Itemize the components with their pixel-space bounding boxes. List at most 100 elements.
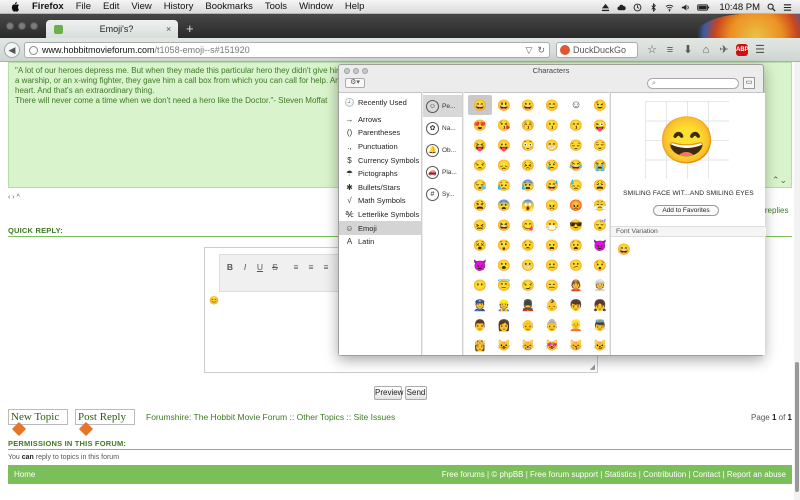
bold-icon[interactable]: B: [224, 261, 236, 273]
emoji-cell[interactable]: 😽: [564, 335, 588, 355]
emoji-cell[interactable]: 👵: [540, 315, 564, 335]
emoji-cell[interactable]: 😺: [492, 335, 516, 355]
emoji-cell[interactable]: 😉: [588, 95, 612, 115]
emoji-cell[interactable]: 👷: [492, 295, 516, 315]
align-left-icon[interactable]: ≡: [290, 261, 302, 273]
adblock-icon[interactable]: ABP: [736, 44, 749, 56]
emoji-cell[interactable]: 😧: [564, 235, 588, 255]
emoji-cell[interactable]: 😗: [540, 115, 564, 135]
volume-icon[interactable]: [681, 3, 690, 12]
emoji-cell[interactable]: 😄: [468, 95, 492, 115]
emoji-cell[interactable]: 😒: [468, 155, 492, 175]
close-window-button[interactable]: [6, 22, 14, 30]
breadcrumb-forum[interactable]: Forumshire: The Hobbit Movie Forum: [146, 412, 287, 422]
category-item[interactable]: ✱ Bullets/Stars: [339, 181, 421, 195]
emoji-cell[interactable]: 😚: [516, 115, 540, 135]
emoji-cell[interactable]: 😬: [516, 255, 540, 275]
menu-tools[interactable]: Tools: [265, 1, 287, 12]
bookmark-star-icon[interactable]: ☆: [646, 44, 658, 56]
emoji-cell[interactable]: 😖: [468, 215, 492, 235]
emoji-cell[interactable]: 😛: [492, 135, 516, 155]
category-item[interactable]: √ Math Symbols: [339, 194, 421, 208]
zoom-window-button[interactable]: [30, 22, 38, 30]
new-topic-button[interactable]: New Topic: [8, 409, 68, 437]
emoji-cell[interactable]: 😨: [492, 195, 516, 215]
emoji-cell[interactable]: 😑: [540, 275, 564, 295]
emoji-cell[interactable]: 😈: [588, 235, 612, 255]
emoji-cell[interactable]: 👨: [468, 315, 492, 335]
category-item[interactable]: → Arrows: [339, 113, 421, 127]
italic-icon[interactable]: I: [239, 261, 251, 273]
emoji-cell[interactable]: 😰: [516, 175, 540, 195]
tab-active[interactable]: Emoji's? ×: [46, 20, 178, 38]
emoji-cell[interactable]: 👲: [564, 275, 588, 295]
category-item[interactable]: ☂ Pictographs: [339, 167, 421, 181]
duckduckgo-icon[interactable]: [560, 45, 570, 55]
menu-edit[interactable]: Edit: [103, 1, 119, 12]
minimize-window-button[interactable]: [18, 22, 26, 30]
characters-titlebar[interactable]: Characters: [339, 65, 763, 77]
emoji-cell[interactable]: 😋: [516, 215, 540, 235]
search-bar[interactable]: DuckDuckGo: [556, 42, 638, 58]
emoji-cell[interactable]: 😃: [492, 95, 516, 115]
characters-zoom-button[interactable]: [362, 68, 368, 74]
emoji-cell[interactable]: 😫: [468, 195, 492, 215]
menu-history[interactable]: History: [164, 1, 194, 12]
resize-handle-icon[interactable]: ◢: [590, 363, 595, 371]
subcategory-item[interactable]: 🔔 Ob...: [423, 139, 462, 161]
emoji-cell[interactable]: 😲: [492, 235, 516, 255]
characters-minimize-button[interactable]: [353, 68, 359, 74]
emoji-cell[interactable]: 😁: [540, 135, 564, 155]
gear-icon[interactable]: ⚙▾: [345, 78, 365, 88]
post-reply-button[interactable]: Post Reply: [75, 409, 135, 437]
breadcrumb-other-topics[interactable]: Other Topics: [297, 412, 345, 422]
emoji-cell[interactable]: 👿: [468, 255, 492, 275]
align-right-icon[interactable]: ≡: [320, 261, 332, 273]
emoji-cell[interactable]: 😎: [564, 215, 588, 235]
site-identity-icon[interactable]: [29, 45, 38, 55]
emoji-cell[interactable]: 😻: [540, 335, 564, 355]
emoji-cell[interactable]: 😭: [588, 155, 612, 175]
emoji-cell[interactable]: 😼: [588, 335, 612, 355]
category-item[interactable]: ℀ Letterlike Symbols: [339, 208, 421, 222]
url-bar[interactable]: www.hobbitmovieforum.com /t1058-emoji--s…: [24, 42, 550, 58]
emoji-cell[interactable]: 👸: [468, 335, 492, 355]
menu-view[interactable]: View: [131, 1, 151, 12]
bluetooth-icon[interactable]: [649, 2, 658, 12]
menu-file[interactable]: File: [76, 1, 91, 12]
scrollbar-thumb[interactable]: [795, 362, 799, 492]
home-icon[interactable]: ⌂: [700, 44, 712, 56]
emoji-cell[interactable]: 😞: [492, 155, 516, 175]
notification-center-icon[interactable]: [783, 3, 792, 12]
category-item[interactable]: ☺ Emoji: [339, 221, 421, 235]
footer-home-link[interactable]: Home: [14, 470, 35, 479]
emoji-cell[interactable]: 😴: [588, 215, 612, 235]
emoji-cell[interactable]: 😏: [516, 275, 540, 295]
spotlight-search-icon[interactable]: [767, 3, 776, 12]
characters-close-button[interactable]: [344, 68, 350, 74]
category-item[interactable]: A Latin: [339, 235, 421, 249]
emoji-cell[interactable]: 😵: [468, 235, 492, 255]
preview-button[interactable]: Preview: [374, 386, 403, 400]
footer-links[interactable]: Free forums | © phpBB | Free forum suppo…: [442, 465, 786, 484]
emoji-cell[interactable]: 😥: [492, 175, 516, 195]
emoji-cell[interactable]: 👼: [588, 315, 612, 335]
emoji-cell[interactable]: 😤: [588, 195, 612, 215]
page-scrollbar[interactable]: [794, 62, 800, 500]
wifi-icon[interactable]: [665, 3, 674, 12]
downloads-icon[interactable]: ⬇: [682, 44, 694, 56]
emoji-cell[interactable]: 👩: [492, 315, 516, 335]
emoji-cell[interactable]: 😇: [492, 275, 516, 295]
bookmarks-list-icon[interactable]: ≡: [664, 44, 676, 56]
emoji-cell[interactable]: 😣: [516, 155, 540, 175]
emoji-cell[interactable]: 😊: [540, 95, 564, 115]
emoji-cell[interactable]: 😡: [564, 195, 588, 215]
align-center-icon[interactable]: ≡: [305, 261, 317, 273]
emoji-cell[interactable]: 👱: [564, 315, 588, 335]
emoji-cell[interactable]: 😓: [564, 175, 588, 195]
emoji-cell[interactable]: 👳: [588, 275, 612, 295]
menubar-clock[interactable]: 10:48 PM: [719, 2, 760, 13]
emoji-cell[interactable]: 😆: [492, 215, 516, 235]
category-item[interactable]: $ Currency Symbols: [339, 153, 421, 167]
subcategory-item[interactable]: ☺ Pe...: [423, 95, 462, 117]
